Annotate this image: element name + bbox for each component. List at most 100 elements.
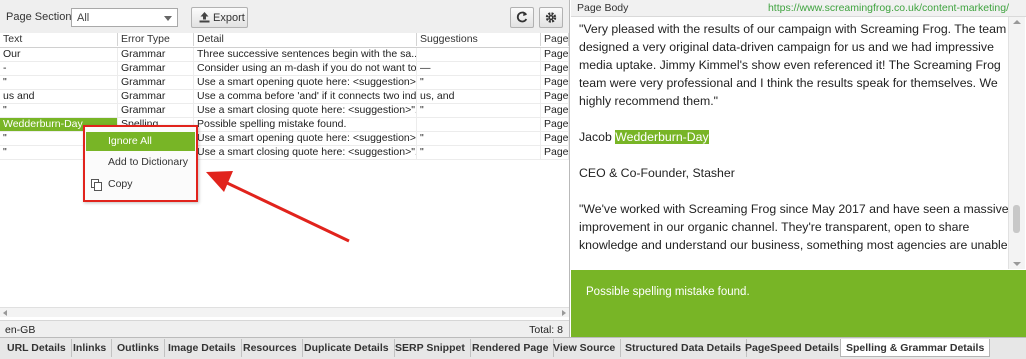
table-row[interactable]: - Grammar Consider using an m-dash if you …: [0, 62, 569, 76]
status-bar: en-GB Total: 8: [0, 320, 569, 338]
export-label: Export: [213, 12, 245, 24]
total-count: Total: 8: [529, 324, 563, 336]
tab-spelling-grammar-details[interactable]: Spelling & Grammar Details: [840, 339, 991, 357]
cell-page: Page: [541, 118, 569, 131]
author-name: Jacob Wedderburn-Day: [579, 128, 1009, 146]
cell-text: ": [0, 104, 118, 117]
tab-pagespeed-details[interactable]: PageSpeed Details: [740, 339, 845, 357]
refresh-button[interactable]: [510, 7, 534, 28]
refresh-icon: [516, 11, 528, 23]
page-section-label: Page Section:: [6, 11, 75, 23]
menu-item-copy[interactable]: Copy: [86, 175, 195, 194]
horizontal-scrollbar[interactable]: [0, 307, 569, 317]
cell-error-type: Grammar: [118, 48, 194, 61]
table-row[interactable]: "GrammarUse a smart closing quote here: …: [0, 104, 569, 118]
cell-error-type: Grammar: [118, 90, 194, 103]
cell-error-type: Grammar: [118, 62, 194, 75]
gear-icon: [545, 12, 557, 23]
cell-page: Page: [541, 146, 569, 159]
total-label: Total:: [529, 324, 555, 336]
page-body-title: Page Body: [577, 2, 629, 14]
page-body-panel: Page Body https://www.screamingfrog.co.u…: [571, 0, 1026, 337]
column-header-page[interactable]: Page: [541, 33, 569, 46]
author-role: CEO & Co-Founder, Stasher: [579, 166, 735, 180]
menu-item-ignore-all[interactable]: Ignore All: [86, 132, 195, 151]
cell-suggestions: ": [417, 146, 541, 159]
tab-inlinks[interactable]: Inlinks: [68, 339, 113, 357]
cell-suggestions: [417, 48, 541, 61]
chevron-down-icon: [164, 16, 172, 21]
column-header-suggestions[interactable]: Suggestions: [417, 33, 541, 46]
cell-suggestions: us, and: [417, 90, 541, 103]
cell-text: ": [0, 76, 118, 89]
page-section-value: All: [77, 12, 90, 24]
tab-resources[interactable]: Resources: [238, 339, 303, 357]
table-row[interactable]: "GrammarUse a smart opening quote here: …: [0, 76, 569, 90]
cell-detail: Use a comma before 'and' if it connects …: [194, 90, 417, 103]
cell-suggestions: —: [417, 62, 541, 75]
cell-suggestions: ": [417, 76, 541, 89]
cell-page: Page: [541, 132, 569, 145]
page-body-text: "Very pleased with the results of our ca…: [579, 20, 1009, 270]
settings-button[interactable]: [539, 7, 563, 28]
cell-page: Page: [541, 62, 569, 75]
scroll-up-icon[interactable]: [1013, 20, 1021, 24]
cell-text: us and: [0, 90, 118, 103]
tab-rendered-page[interactable]: Rendered Page: [467, 339, 555, 357]
testimonial-paragraph: "We've worked with Screaming Frog since …: [579, 202, 1009, 252]
issue-message: Possible spelling mistake found.: [586, 286, 750, 298]
column-header-text[interactable]: Text: [0, 33, 118, 46]
cell-suggestions: [417, 118, 541, 131]
cell-error-type: Grammar: [118, 76, 194, 89]
cell-detail: Consider using an m-dash if you do not w…: [194, 62, 417, 75]
cell-detail: Use a smart opening quote here: <suggest…: [194, 132, 417, 145]
author-first-name: Jacob: [579, 130, 616, 144]
tab-view-source[interactable]: View Source: [548, 339, 622, 357]
upload-icon: [199, 12, 210, 23]
tab-structured-data-details[interactable]: Structured Data Details: [620, 339, 748, 357]
cell-detail: Three successive sentences begin with th…: [194, 48, 417, 61]
context-menu: Ignore All Add to Dictionary Copy: [83, 125, 198, 202]
tab-serp-snippet[interactable]: SERP Snippet: [390, 339, 471, 357]
highlighted-misspelling[interactable]: Wedderburn-Day: [615, 130, 709, 144]
menu-item-label: Add to Dictionary: [108, 156, 188, 168]
menu-item-add-to-dictionary[interactable]: Add to Dictionary: [86, 153, 195, 172]
cell-suggestions: ": [417, 104, 541, 117]
tab-image-details[interactable]: Image Details: [163, 339, 242, 357]
cell-page: Page: [541, 90, 569, 103]
page-body-header: Page Body https://www.screamingfrog.co.u…: [571, 0, 1026, 17]
bottom-tab-bar: URL Details Inlinks Outlinks Image Detai…: [0, 337, 1026, 359]
vertical-scrollbar[interactable]: [1008, 17, 1025, 269]
cell-page: Page: [541, 76, 569, 89]
cell-page: Page: [541, 48, 569, 61]
table-row[interactable]: Our Grammar Three successive sentences beg…: [0, 48, 569, 62]
menu-item-label: Ignore All: [108, 135, 152, 147]
cell-text: Our: [0, 48, 118, 61]
scroll-left-icon[interactable]: [3, 310, 7, 316]
cell-detail: Use a smart opening quote here: <suggest…: [194, 76, 417, 89]
toolbar: Page Section: All Export: [0, 0, 569, 34]
export-button[interactable]: Export: [191, 7, 248, 28]
cell-detail: Use a smart closing quote here: <suggest…: [194, 104, 417, 117]
scroll-down-icon[interactable]: [1013, 262, 1021, 266]
tab-duplicate-details[interactable]: Duplicate Details: [299, 339, 395, 357]
scroll-right-icon[interactable]: [562, 310, 566, 316]
cell-detail: Possible spelling mistake found.: [194, 118, 417, 131]
total-value: 8: [557, 324, 563, 336]
page-url[interactable]: https://www.screamingfrog.co.uk/content-…: [768, 2, 1009, 14]
scrollbar-thumb[interactable]: [1013, 205, 1020, 233]
cell-suggestions: ": [417, 132, 541, 145]
tab-url-details[interactable]: URL Details: [2, 339, 72, 357]
copy-icon: [91, 179, 102, 191]
page-section-select[interactable]: All: [71, 8, 178, 27]
issue-message-panel: Possible spelling mistake found.: [571, 270, 1026, 337]
cell-page: Page: [541, 104, 569, 117]
cell-text: -: [0, 62, 118, 75]
column-header-error-type[interactable]: Error Type: [118, 33, 194, 46]
testimonial-paragraph: "Very pleased with the results of our ca…: [579, 22, 1007, 108]
tab-outlinks[interactable]: Outlinks: [112, 339, 166, 357]
column-header-detail[interactable]: Detail: [194, 33, 417, 46]
cell-detail: Use a smart closing quote here: <suggest…: [194, 146, 417, 159]
table-header: Text Error Type Detail Suggestions Page: [0, 33, 569, 48]
table-row[interactable]: us and Grammar Use a comma before 'and' if…: [0, 90, 569, 104]
